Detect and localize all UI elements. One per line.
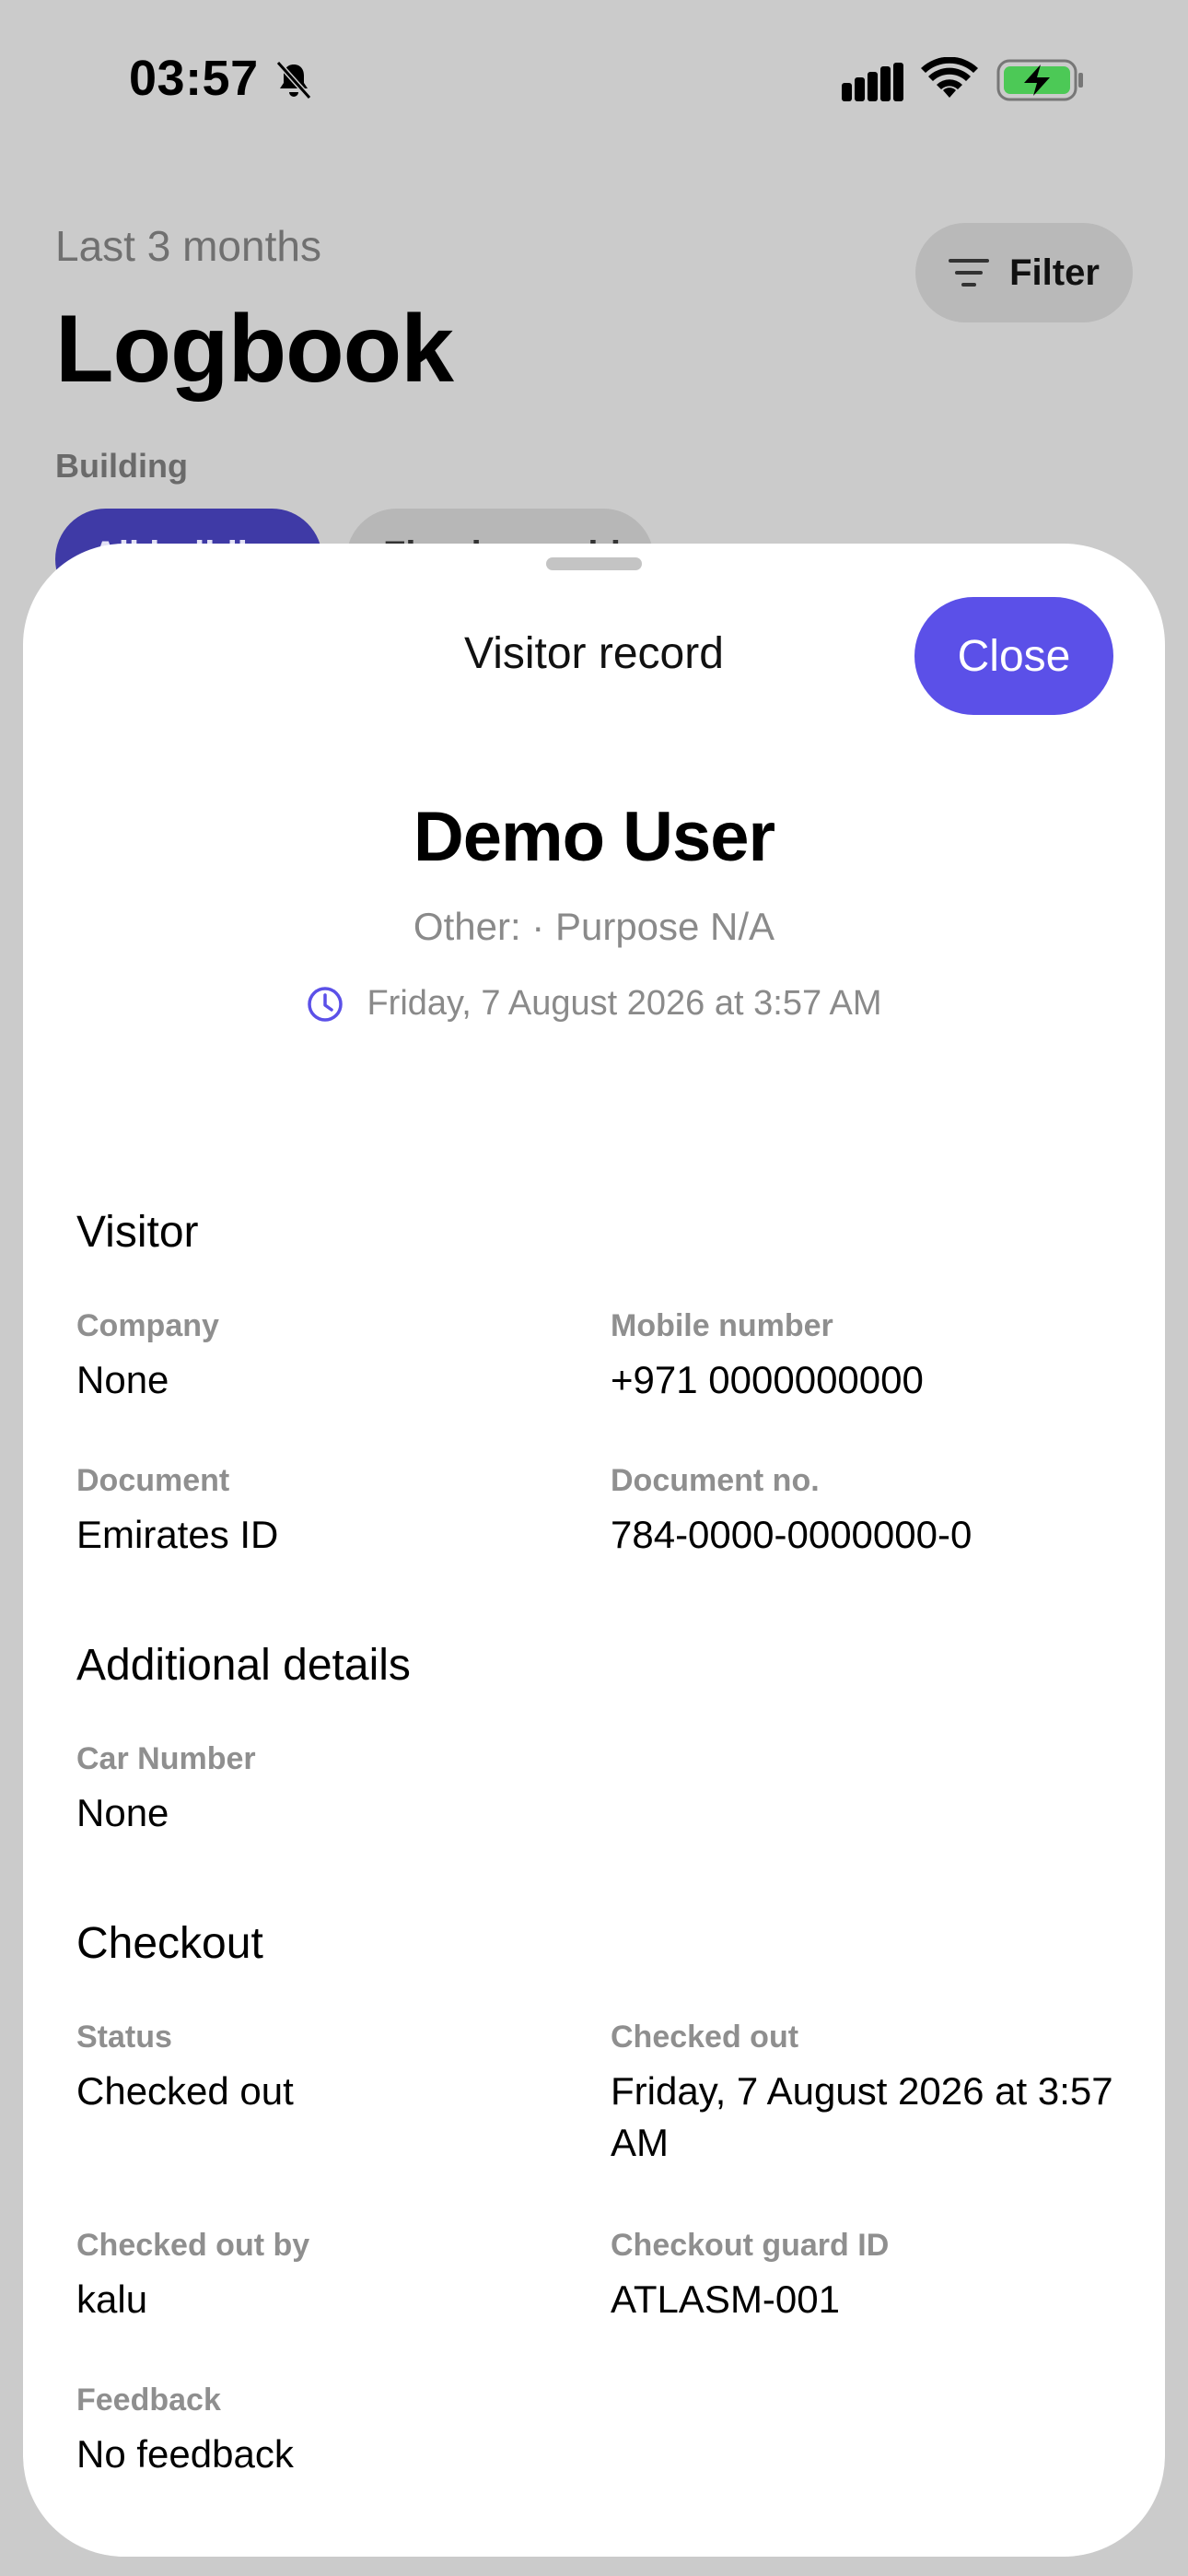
checked-out-value: Friday, 7 August 2026 at 3:57 AM (611, 2069, 1113, 2164)
logbook-subtitle: Last 3 months (55, 222, 321, 270)
building-section-label: Building (55, 447, 188, 485)
sheet-grabber[interactable] (546, 557, 642, 570)
car-number-label: Car Number (76, 1741, 256, 1776)
checked-out-label: Checked out (611, 2020, 799, 2055)
section-heading-visitor: Visitor (76, 1208, 199, 1257)
screen: 03:57 Last 3 months Logbook Filter Build… (0, 0, 1188, 2576)
visitor-time-text: Friday, 7 August 2026 at 3:57 AM (367, 984, 882, 1023)
document-no-label: Document no. (611, 1463, 820, 1498)
cellular-signal-icon (842, 63, 903, 101)
section-heading-checkout: Checkout (76, 1919, 263, 1968)
wifi-icon (921, 57, 978, 98)
document-value: Emirates ID (76, 1513, 279, 1556)
feedback-value: No feedback (76, 2432, 294, 2476)
battery-charging-icon (996, 59, 1083, 101)
checkout-guard-id-value: ATLASM-001 (611, 2277, 840, 2321)
checked-out-by-value: kalu (76, 2277, 148, 2321)
mobile-value: +971 0000000000 (611, 1358, 924, 1401)
filter-button[interactable]: Filter (915, 223, 1133, 322)
status-label: Status (76, 2020, 172, 2055)
status-bar: 03:57 (0, 0, 1188, 161)
document-label: Document (76, 1463, 230, 1498)
company-value: None (76, 1358, 169, 1401)
visitor-timestamp: Friday, 7 August 2026 at 3:57 AM (23, 984, 1165, 1024)
page-title: Logbook (55, 296, 454, 403)
section-heading-additional: Additional details (76, 1641, 411, 1690)
checkout-guard-id-label: Checkout guard ID (611, 2228, 890, 2263)
document-no-value: 784-0000-0000000-0 (611, 1513, 973, 1556)
filter-icon (949, 259, 990, 287)
clock-icon (308, 986, 344, 1022)
close-button[interactable]: Close (914, 597, 1113, 715)
visitor-purpose: Other: · Purpose N/A (413, 905, 775, 948)
visitor-record-sheet: Visitor record Close Demo User Other: · … (23, 544, 1165, 2557)
feedback-label: Feedback (76, 2383, 221, 2418)
checked-out-by-label: Checked out by (76, 2228, 310, 2263)
car-number-value: None (76, 1791, 169, 1834)
filter-label: Filter (1009, 252, 1100, 293)
company-label: Company (76, 1308, 219, 1343)
status-time: 03:57 (129, 51, 259, 106)
bell-slash-icon (275, 60, 312, 100)
mobile-label: Mobile number (611, 1308, 833, 1343)
visitor-name: Demo User (413, 798, 775, 876)
status-value: Checked out (76, 2069, 294, 2113)
